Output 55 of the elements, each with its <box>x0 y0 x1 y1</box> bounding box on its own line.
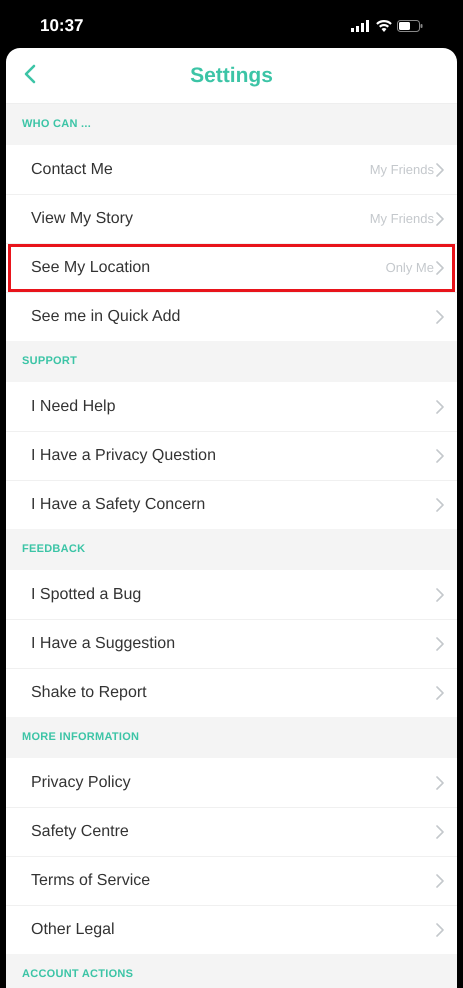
chevron-right-icon <box>436 776 444 790</box>
chevron-right-icon <box>436 449 444 463</box>
row-label: Shake to Report <box>31 683 147 703</box>
settings-row[interactable]: View My Story My Friends <box>8 195 455 243</box>
row-label: I Spotted a Bug <box>31 584 142 604</box>
settings-row[interactable]: Shake to Report <box>8 669 455 717</box>
chevron-right-icon <box>436 923 444 937</box>
battery-icon <box>397 20 423 32</box>
settings-row[interactable]: I Need Help <box>8 382 455 431</box>
chevron-right-icon <box>436 874 444 888</box>
page-title: Settings <box>190 62 273 89</box>
chevron-right-icon <box>436 310 444 324</box>
settings-row[interactable]: I Have a Privacy Question <box>8 432 455 480</box>
chevron-right-icon <box>436 825 444 839</box>
chevron-right-icon <box>436 261 444 275</box>
wifi-icon <box>376 20 392 32</box>
section-title: FEEDBACK <box>22 542 86 558</box>
settings-row[interactable]: Privacy Policy <box>8 758 455 807</box>
row-label: View My Story <box>31 209 133 229</box>
chevron-right-icon <box>436 637 444 651</box>
row-label: I Have a Privacy Question <box>31 446 216 466</box>
section-title: MORE INFORMATION <box>22 730 140 746</box>
settings-row[interactable]: See My Location Only Me <box>8 244 455 292</box>
row-label: Privacy Policy <box>31 772 131 792</box>
chevron-right-icon <box>436 588 444 602</box>
row-value: My Friends <box>370 160 434 179</box>
settings-row[interactable]: See me in Quick Add <box>8 293 455 341</box>
chevron-right-icon <box>436 400 444 414</box>
row-label: Terms of Service <box>31 871 150 891</box>
row-value: Only Me <box>386 259 434 278</box>
row-label: Safety Centre <box>31 822 129 842</box>
chevron-right-icon <box>436 162 444 176</box>
row-label: See My Location <box>31 258 150 278</box>
row-label: Other Legal <box>31 920 115 940</box>
section-title: SUPPORT <box>22 354 78 370</box>
row-label: I Need Help <box>31 396 116 416</box>
settings-row[interactable]: I Have a Suggestion <box>8 620 455 668</box>
settings-row[interactable]: Terms of Service <box>8 857 455 905</box>
row-label: I Have a Safety Concern <box>31 495 206 515</box>
chevron-right-icon <box>436 498 444 512</box>
chevron-right-icon <box>436 686 444 700</box>
settings-row[interactable]: Contact Me My Friends <box>8 145 455 194</box>
section-title: ACCOUNT ACTIONS <box>22 967 134 982</box>
row-label: See me in Quick Add <box>31 307 180 327</box>
settings-row[interactable]: I Have a Safety Concern <box>8 481 455 529</box>
chevron-right-icon <box>436 212 444 226</box>
row-value: My Friends <box>370 210 434 228</box>
section-title: WHO CAN ... <box>22 117 92 132</box>
settings-row[interactable]: I Spotted a Bug <box>8 570 455 619</box>
settings-row[interactable]: Other Legal <box>8 906 455 954</box>
settings-row[interactable]: Safety Centre <box>8 808 455 856</box>
row-label: Contact Me <box>31 160 113 180</box>
row-label: I Have a Suggestion <box>31 634 176 654</box>
signal-icon <box>351 20 371 32</box>
status-time: 10:37 <box>40 15 84 38</box>
